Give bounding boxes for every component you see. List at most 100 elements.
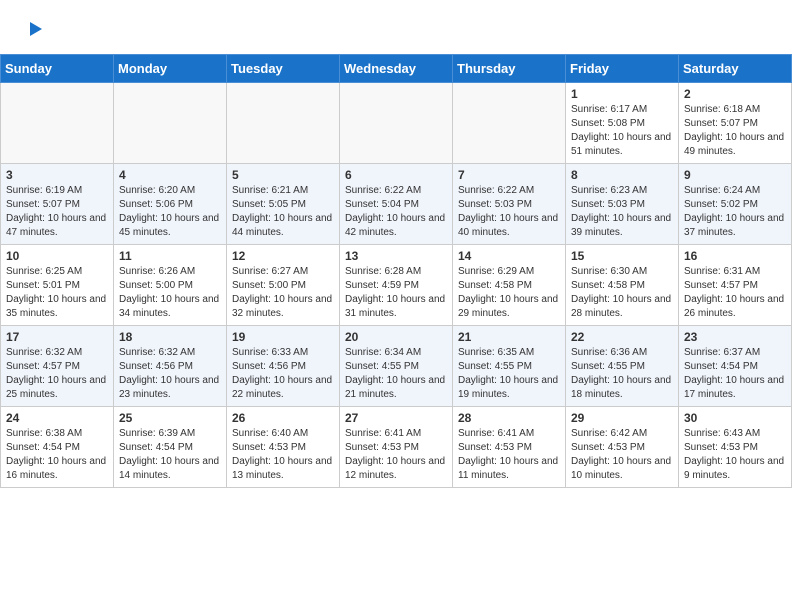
calendar-cell bbox=[1, 83, 114, 164]
calendar-cell: 18 Sunrise: 6:32 AM Sunset: 4:56 PM Dayli… bbox=[114, 326, 227, 407]
day-number: 12 bbox=[232, 249, 334, 263]
day-number: 27 bbox=[345, 411, 447, 425]
weekday-header: Thursday bbox=[453, 55, 566, 83]
day-number: 24 bbox=[6, 411, 108, 425]
day-info: Sunrise: 6:25 AM Sunset: 5:01 PM Dayligh… bbox=[6, 265, 108, 321]
calendar-cell: 19 Sunrise: 6:33 AM Sunset: 4:56 PM Dayli… bbox=[227, 326, 340, 407]
day-info: Sunrise: 6:24 AM Sunset: 5:02 PM Dayligh… bbox=[684, 184, 786, 240]
day-info: Sunrise: 6:33 AM Sunset: 4:56 PM Dayligh… bbox=[232, 346, 334, 402]
logo-line1 bbox=[20, 18, 44, 40]
day-number: 10 bbox=[6, 249, 108, 263]
day-number: 8 bbox=[571, 168, 673, 182]
day-number: 5 bbox=[232, 168, 334, 182]
day-number: 16 bbox=[684, 249, 786, 263]
calendar-cell: 12 Sunrise: 6:27 AM Sunset: 5:00 PM Dayli… bbox=[227, 245, 340, 326]
day-info: Sunrise: 6:40 AM Sunset: 4:53 PM Dayligh… bbox=[232, 427, 334, 483]
calendar-cell: 3Sunrise: 6:19 AM Sunset: 5:07 PM Daylig… bbox=[1, 164, 114, 245]
calendar-cell: 5 Sunrise: 6:21 AM Sunset: 5:05 PM Daylig… bbox=[227, 164, 340, 245]
day-number: 9 bbox=[684, 168, 786, 182]
day-number: 28 bbox=[458, 411, 560, 425]
calendar-cell: 4 Sunrise: 6:20 AM Sunset: 5:06 PM Daylig… bbox=[114, 164, 227, 245]
calendar-cell: 29Sunrise: 6:42 AM Sunset: 4:53 PM Dayli… bbox=[566, 407, 679, 488]
calendar-cell: 22Sunrise: 6:36 AM Sunset: 4:55 PM Dayli… bbox=[566, 326, 679, 407]
weekday-header: Monday bbox=[114, 55, 227, 83]
day-number: 6 bbox=[345, 168, 447, 182]
day-info: Sunrise: 6:29 AM Sunset: 4:58 PM Dayligh… bbox=[458, 265, 560, 321]
day-info: Sunrise: 6:31 AM Sunset: 4:57 PM Dayligh… bbox=[684, 265, 786, 321]
day-number: 15 bbox=[571, 249, 673, 263]
day-number: 26 bbox=[232, 411, 334, 425]
day-info: Sunrise: 6:37 AM Sunset: 4:54 PM Dayligh… bbox=[684, 346, 786, 402]
calendar-cell: 20 Sunrise: 6:34 AM Sunset: 4:55 PM Dayli… bbox=[340, 326, 453, 407]
calendar-cell: 8Sunrise: 6:23 AM Sunset: 5:03 PM Daylig… bbox=[566, 164, 679, 245]
calendar-cell bbox=[453, 83, 566, 164]
calendar-cell: 10 Sunrise: 6:25 AM Sunset: 5:01 PM Dayli… bbox=[1, 245, 114, 326]
day-info: Sunrise: 6:32 AM Sunset: 4:56 PM Dayligh… bbox=[119, 346, 221, 402]
day-info: Sunrise: 6:26 AM Sunset: 5:00 PM Dayligh… bbox=[119, 265, 221, 321]
calendar-cell: 27 Sunrise: 6:41 AM Sunset: 4:53 PM Dayli… bbox=[340, 407, 453, 488]
calendar-cell: 17 Sunrise: 6:32 AM Sunset: 4:57 PM Dayli… bbox=[1, 326, 114, 407]
calendar-cell bbox=[114, 83, 227, 164]
page: SundayMondayTuesdayWednesdayThursdayFrid… bbox=[0, 0, 792, 488]
day-number: 11 bbox=[119, 249, 221, 263]
calendar-cell: 23Sunrise: 6:37 AM Sunset: 4:54 PM Dayli… bbox=[679, 326, 792, 407]
day-number: 17 bbox=[6, 330, 108, 344]
calendar-cell: 9 Sunrise: 6:24 AM Sunset: 5:02 PM Daylig… bbox=[679, 164, 792, 245]
day-number: 18 bbox=[119, 330, 221, 344]
calendar-cell: 1 Sunrise: 6:17 AM Sunset: 5:08 PM Daylig… bbox=[566, 83, 679, 164]
day-number: 25 bbox=[119, 411, 221, 425]
day-number: 20 bbox=[345, 330, 447, 344]
calendar-cell: 11 Sunrise: 6:26 AM Sunset: 5:00 PM Dayli… bbox=[114, 245, 227, 326]
day-info: Sunrise: 6:32 AM Sunset: 4:57 PM Dayligh… bbox=[6, 346, 108, 402]
day-number: 3 bbox=[6, 168, 108, 182]
weekday-header: Saturday bbox=[679, 55, 792, 83]
day-number: 7 bbox=[458, 168, 560, 182]
calendar-cell: 24Sunrise: 6:38 AM Sunset: 4:54 PM Dayli… bbox=[1, 407, 114, 488]
calendar-cell: 25Sunrise: 6:39 AM Sunset: 4:54 PM Dayli… bbox=[114, 407, 227, 488]
header bbox=[0, 0, 792, 50]
calendar-cell: 15 Sunrise: 6:30 AM Sunset: 4:58 PM Dayli… bbox=[566, 245, 679, 326]
weekday-header: Friday bbox=[566, 55, 679, 83]
day-info: Sunrise: 6:34 AM Sunset: 4:55 PM Dayligh… bbox=[345, 346, 447, 402]
calendar-table: SundayMondayTuesdayWednesdayThursdayFrid… bbox=[0, 54, 792, 488]
day-info: Sunrise: 6:35 AM Sunset: 4:55 PM Dayligh… bbox=[458, 346, 560, 402]
day-info: Sunrise: 6:36 AM Sunset: 4:55 PM Dayligh… bbox=[571, 346, 673, 402]
day-number: 30 bbox=[684, 411, 786, 425]
day-number: 14 bbox=[458, 249, 560, 263]
day-info: Sunrise: 6:43 AM Sunset: 4:53 PM Dayligh… bbox=[684, 427, 786, 483]
calendar-cell: 13 Sunrise: 6:28 AM Sunset: 4:59 PM Dayli… bbox=[340, 245, 453, 326]
calendar-cell: 30 Sunrise: 6:43 AM Sunset: 4:53 PM Dayli… bbox=[679, 407, 792, 488]
weekday-header: Wednesday bbox=[340, 55, 453, 83]
calendar-cell: 6 Sunrise: 6:22 AM Sunset: 5:04 PM Daylig… bbox=[340, 164, 453, 245]
day-number: 2 bbox=[684, 87, 786, 101]
calendar-cell: 2 Sunrise: 6:18 AM Sunset: 5:07 PM Daylig… bbox=[679, 83, 792, 164]
day-info: Sunrise: 6:17 AM Sunset: 5:08 PM Dayligh… bbox=[571, 103, 673, 159]
calendar-cell: 16 Sunrise: 6:31 AM Sunset: 4:57 PM Dayli… bbox=[679, 245, 792, 326]
day-info: Sunrise: 6:20 AM Sunset: 5:06 PM Dayligh… bbox=[119, 184, 221, 240]
day-info: Sunrise: 6:28 AM Sunset: 4:59 PM Dayligh… bbox=[345, 265, 447, 321]
day-info: Sunrise: 6:41 AM Sunset: 4:53 PM Dayligh… bbox=[345, 427, 447, 483]
weekday-header: Sunday bbox=[1, 55, 114, 83]
calendar-cell: 21 Sunrise: 6:35 AM Sunset: 4:55 PM Dayli… bbox=[453, 326, 566, 407]
day-info: Sunrise: 6:21 AM Sunset: 5:05 PM Dayligh… bbox=[232, 184, 334, 240]
day-number: 4 bbox=[119, 168, 221, 182]
logo bbox=[20, 18, 44, 40]
day-info: Sunrise: 6:30 AM Sunset: 4:58 PM Dayligh… bbox=[571, 265, 673, 321]
day-number: 19 bbox=[232, 330, 334, 344]
calendar-cell bbox=[227, 83, 340, 164]
calendar-cell: 7 Sunrise: 6:22 AM Sunset: 5:03 PM Daylig… bbox=[453, 164, 566, 245]
day-info: Sunrise: 6:22 AM Sunset: 5:04 PM Dayligh… bbox=[345, 184, 447, 240]
calendar-cell bbox=[340, 83, 453, 164]
day-info: Sunrise: 6:18 AM Sunset: 5:07 PM Dayligh… bbox=[684, 103, 786, 159]
day-info: Sunrise: 6:22 AM Sunset: 5:03 PM Dayligh… bbox=[458, 184, 560, 240]
day-number: 1 bbox=[571, 87, 673, 101]
calendar-cell: 28 Sunrise: 6:41 AM Sunset: 4:53 PM Dayli… bbox=[453, 407, 566, 488]
day-number: 21 bbox=[458, 330, 560, 344]
logo-icon bbox=[22, 18, 44, 40]
day-info: Sunrise: 6:41 AM Sunset: 4:53 PM Dayligh… bbox=[458, 427, 560, 483]
day-info: Sunrise: 6:27 AM Sunset: 5:00 PM Dayligh… bbox=[232, 265, 334, 321]
day-info: Sunrise: 6:42 AM Sunset: 4:53 PM Dayligh… bbox=[571, 427, 673, 483]
day-number: 13 bbox=[345, 249, 447, 263]
calendar-cell: 26 Sunrise: 6:40 AM Sunset: 4:53 PM Dayli… bbox=[227, 407, 340, 488]
weekday-header: Tuesday bbox=[227, 55, 340, 83]
